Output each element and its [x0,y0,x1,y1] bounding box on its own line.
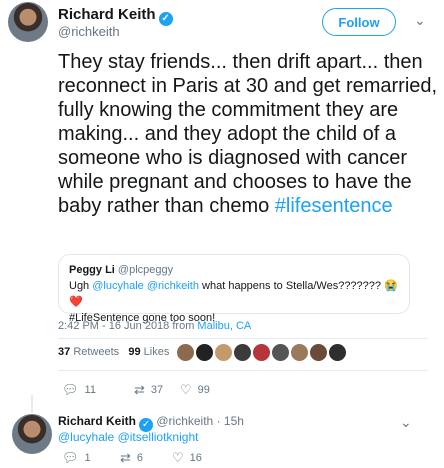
quoted-tweet[interactable]: Peggy Li @plcpeggy Ugh @lucyhale @richke… [58,254,410,324]
mention-link[interactable]: @itselliotknight [118,430,199,444]
reply-icon: 💬︎ [62,382,79,397]
reply-action[interactable]: 💬︎ 1 [62,450,91,466]
timestamp-text: 2:42 PM - 16 Jun 2018 from [58,320,198,332]
liker-avatar[interactable] [290,343,309,362]
liker-avatar[interactable] [328,343,347,362]
thread-connector [31,395,33,413]
quote-text-line1: Ugh @lucyhale @richkeith what happens to… [69,278,399,310]
reply-action[interactable]: 💬︎ 11 [62,382,96,398]
retweet-icon: ⇄ [134,382,145,397]
author-name-row[interactable]: Richard Keith ✓ [58,6,173,26]
mention-link[interactable]: @lucyhale [92,280,144,292]
mention-link[interactable]: @lucyhale [58,430,114,444]
author-name[interactable]: Richard Keith [58,6,156,23]
quote-author-handle: @plcpeggy [117,264,174,276]
follow-button[interactable]: Follow [322,8,396,36]
tweet-timestamp: 2:42 PM - 16 Jun 2018 from Malibu, CA [58,320,251,332]
reply-separator: · [216,414,221,428]
mention-link[interactable]: @richkeith [147,280,199,292]
liker-avatar[interactable] [309,343,328,362]
likes-stat[interactable]: 99 Likes [128,346,169,358]
tweet-stats: 37 Retweets 99 Likes [58,346,169,358]
quote-author-name: Peggy Li [69,264,115,276]
tweet-body: They stay friends... then drift apart...… [58,51,438,217]
reply-author-name[interactable]: Richard Keith [58,414,136,428]
liker-avatar[interactable] [252,343,271,362]
liker-avatar[interactable] [233,343,252,362]
reply-time[interactable]: 15h [224,414,244,428]
retweet-icon: ⇄ [120,450,131,465]
divider [58,338,428,339]
hashtag-link[interactable]: #lifesentence [275,195,393,217]
reply-author-avatar[interactable] [12,414,52,454]
author-avatar[interactable] [8,2,48,42]
reply-text: @lucyhale @itselliotknight [58,430,198,444]
liker-avatar[interactable] [214,343,233,362]
retweets-stat[interactable]: 37 Retweets [58,346,119,358]
liker-avatar[interactable] [271,343,290,362]
divider [58,370,428,371]
chevron-down-icon[interactable]: ⌄ [414,12,426,29]
verified-badge-icon: ✓ [158,12,173,26]
author-handle[interactable]: @richkeith [58,24,120,39]
heart-icon: ♡ [180,382,192,397]
heart-icon: ♡ [172,450,184,465]
reply-icon: 💬︎ [62,450,79,465]
reply-author-handle[interactable]: @richkeith [156,414,213,428]
location-link[interactable]: Malibu, CA [197,320,251,332]
quote-header: Peggy Li @plcpeggy [69,262,399,278]
liker-avatar[interactable] [195,343,214,362]
liker-avatar[interactable] [176,343,195,362]
quote-text: Ugh [69,280,93,292]
retweet-action[interactable]: ⇄ 6 [120,450,143,466]
tweet-text: They stay friends... then drift apart...… [58,50,438,218]
like-action[interactable]: ♡ 99 [180,382,210,398]
like-action[interactable]: ♡ 16 [172,450,202,466]
chevron-down-icon[interactable]: ⌄ [400,414,412,431]
retweet-action[interactable]: ⇄ 37 [134,382,163,398]
